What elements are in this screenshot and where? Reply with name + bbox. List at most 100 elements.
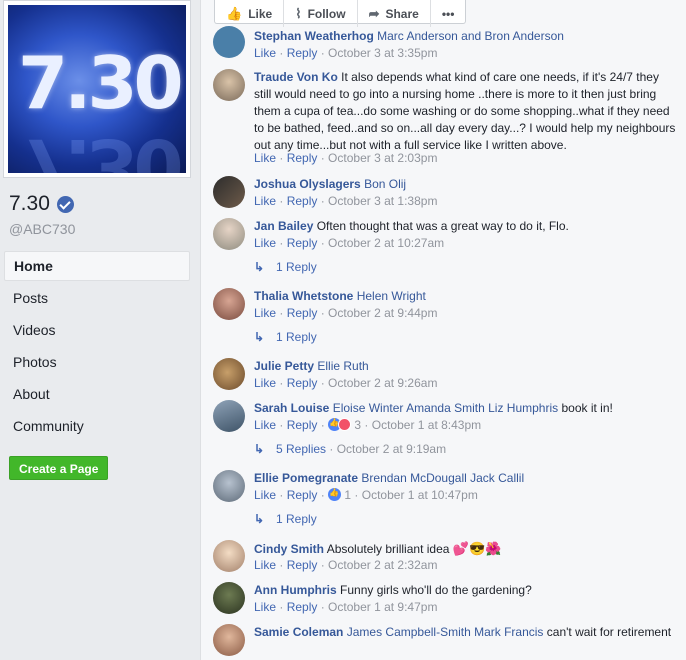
replies-count[interactable]: 1 Reply xyxy=(276,330,317,344)
reaction-summary[interactable]: 3 xyxy=(328,418,361,432)
comment-timestamp[interactable]: October 2 at 9:44pm xyxy=(328,306,437,320)
comment-tags[interactable]: James Campbell-Smith Mark Francis xyxy=(347,625,544,639)
comment-author[interactable]: Samie Coleman xyxy=(254,625,343,639)
separator: · xyxy=(317,194,329,208)
like-page-button[interactable]: 👍 Like xyxy=(215,0,285,27)
nav-item-photos[interactable]: Photos xyxy=(4,347,190,377)
comment-tags[interactable]: Brendan McDougall Jack Callil xyxy=(361,471,524,485)
verified-badge-icon xyxy=(56,195,74,213)
separator: · xyxy=(276,236,287,250)
comment-author[interactable]: Thalia Whetstone xyxy=(254,289,353,303)
reply-link[interactable]: Reply xyxy=(287,376,318,390)
reply-link[interactable]: Reply xyxy=(287,236,318,250)
comment-timestamp[interactable]: October 3 at 3:35pm xyxy=(328,46,437,60)
avatar[interactable] xyxy=(213,176,245,208)
avatar[interactable] xyxy=(213,218,245,250)
page-action-bar: 👍 Like ⌇ Follow ➦ Share ••• xyxy=(214,0,467,27)
page-handle[interactable]: @ABC730 xyxy=(9,221,75,237)
reply-link[interactable]: Reply xyxy=(287,488,318,502)
nav-item-about[interactable]: About xyxy=(4,379,190,409)
like-link[interactable]: Like xyxy=(254,418,276,432)
separator: · xyxy=(276,418,287,432)
comment-timestamp[interactable]: October 3 at 1:38pm xyxy=(328,194,437,208)
comment-tags[interactable]: Marc Anderson and Bron Anderson xyxy=(377,29,564,43)
reply-link[interactable]: Reply xyxy=(287,600,318,614)
like-link[interactable]: Like xyxy=(254,151,276,165)
reply-link[interactable]: Reply xyxy=(287,558,318,572)
nav-item-videos[interactable]: Videos xyxy=(4,315,190,345)
comment-tags[interactable]: Eloise Winter Amanda Smith Liz Humphris xyxy=(333,401,558,415)
view-replies-link[interactable]: ↳ 5 Replies · October 2 at 9:19am xyxy=(254,442,446,456)
avatar[interactable] xyxy=(213,69,245,101)
reply-link[interactable]: Reply xyxy=(287,151,318,165)
avatar[interactable] xyxy=(213,358,245,390)
like-link[interactable]: Like xyxy=(254,376,276,390)
like-link[interactable]: Like xyxy=(254,488,276,502)
view-replies-link[interactable]: ↳ 1 Reply xyxy=(254,512,317,526)
comment-author[interactable]: Ann Humphris xyxy=(254,583,337,597)
comment-text: Absolutely brilliant idea xyxy=(326,542,450,556)
comment: Traude Von Ko It also depends what kind … xyxy=(213,69,683,169)
nav-item-community[interactable]: Community xyxy=(4,411,190,441)
comment-tags[interactable]: Ellie Ruth xyxy=(317,359,368,373)
replies-count[interactable]: 5 Replies xyxy=(276,442,326,456)
avatar[interactable] xyxy=(213,540,245,572)
like-link[interactable]: Like xyxy=(254,194,276,208)
separator: · xyxy=(351,488,362,502)
comment-author[interactable]: Julie Petty xyxy=(254,359,314,373)
avatar[interactable] xyxy=(213,470,245,502)
logo-reflection: 7.30 xyxy=(18,123,180,173)
comment-author[interactable]: Joshua Olyslagers xyxy=(254,177,361,191)
reply-link[interactable]: Reply xyxy=(287,418,318,432)
share-button[interactable]: ➦ Share xyxy=(358,0,431,27)
avatar[interactable] xyxy=(213,288,245,320)
comment-timestamp[interactable]: October 1 at 10:47pm xyxy=(362,488,478,502)
comment-timestamp[interactable]: October 2 at 9:26am xyxy=(328,376,437,390)
nav-item-posts[interactable]: Posts xyxy=(4,283,190,313)
nav-item-home[interactable]: Home xyxy=(4,251,190,281)
page-name-text[interactable]: 7.30 xyxy=(9,192,50,216)
comment-timestamp[interactable]: October 3 at 2:03pm xyxy=(328,151,437,165)
more-options-button[interactable]: ••• xyxy=(431,0,466,27)
view-replies-link[interactable]: ↳ 1 Reply xyxy=(254,330,317,344)
page-title[interactable]: 7.30 xyxy=(9,192,74,216)
profile-picture[interactable]: 7.30 7.30 xyxy=(3,0,191,178)
avatar[interactable] xyxy=(213,26,245,58)
replies-count[interactable]: 1 Reply xyxy=(276,260,317,274)
comment-timestamp[interactable]: October 1 at 9:47pm xyxy=(328,600,437,614)
comment-author[interactable]: Cindy Smith xyxy=(254,542,324,556)
like-link[interactable]: Like xyxy=(254,306,276,320)
avatar[interactable] xyxy=(213,400,245,432)
reply-link[interactable]: Reply xyxy=(287,46,318,60)
comment-body: Jan Bailey Often thought that was a grea… xyxy=(254,218,679,235)
share-arrow-icon: ➦ xyxy=(368,5,380,21)
comment-author[interactable]: Ellie Pomegranate xyxy=(254,471,358,485)
avatar[interactable] xyxy=(213,582,245,614)
separator: · xyxy=(317,558,329,572)
reply-link[interactable]: Reply xyxy=(287,306,318,320)
comment-timestamp[interactable]: October 1 at 8:43pm xyxy=(372,418,481,432)
comment-author[interactable]: Stephan Weatherhog xyxy=(254,29,374,43)
like-link[interactable]: Like xyxy=(254,236,276,250)
reply-link[interactable]: Reply xyxy=(287,194,318,208)
comment-timestamp[interactable]: October 2 at 10:27am xyxy=(328,236,444,250)
comment-author[interactable]: Sarah Louise xyxy=(254,401,329,415)
replies-count[interactable]: 1 Reply xyxy=(276,512,317,526)
comment-timestamp[interactable]: October 2 at 2:32am xyxy=(328,558,437,572)
create-page-button[interactable]: Create a Page xyxy=(9,456,109,480)
comment-tags[interactable]: Helen Wright xyxy=(357,289,426,303)
comment: Cindy Smith Absolutely brilliant idea 💕😎… xyxy=(213,540,683,578)
like-link[interactable]: Like xyxy=(254,600,276,614)
comment-author[interactable]: Traude Von Ko xyxy=(254,70,338,84)
follow-button[interactable]: ⌇ Follow xyxy=(284,0,358,27)
replies-timestamp: October 2 at 9:19am xyxy=(336,442,447,456)
like-link[interactable]: Like xyxy=(254,558,276,572)
comment-text: can't wait for retirement xyxy=(546,625,672,639)
like-link[interactable]: Like xyxy=(254,46,276,60)
comment: Sarah Louise Eloise Winter Amanda Smith … xyxy=(213,400,683,462)
avatar[interactable] xyxy=(213,624,245,656)
reaction-summary[interactable]: 1 xyxy=(328,488,351,502)
view-replies-link[interactable]: ↳ 1 Reply xyxy=(254,260,317,274)
comment-tags[interactable]: Bon Olij xyxy=(364,177,406,191)
comment-author[interactable]: Jan Bailey xyxy=(254,219,313,233)
